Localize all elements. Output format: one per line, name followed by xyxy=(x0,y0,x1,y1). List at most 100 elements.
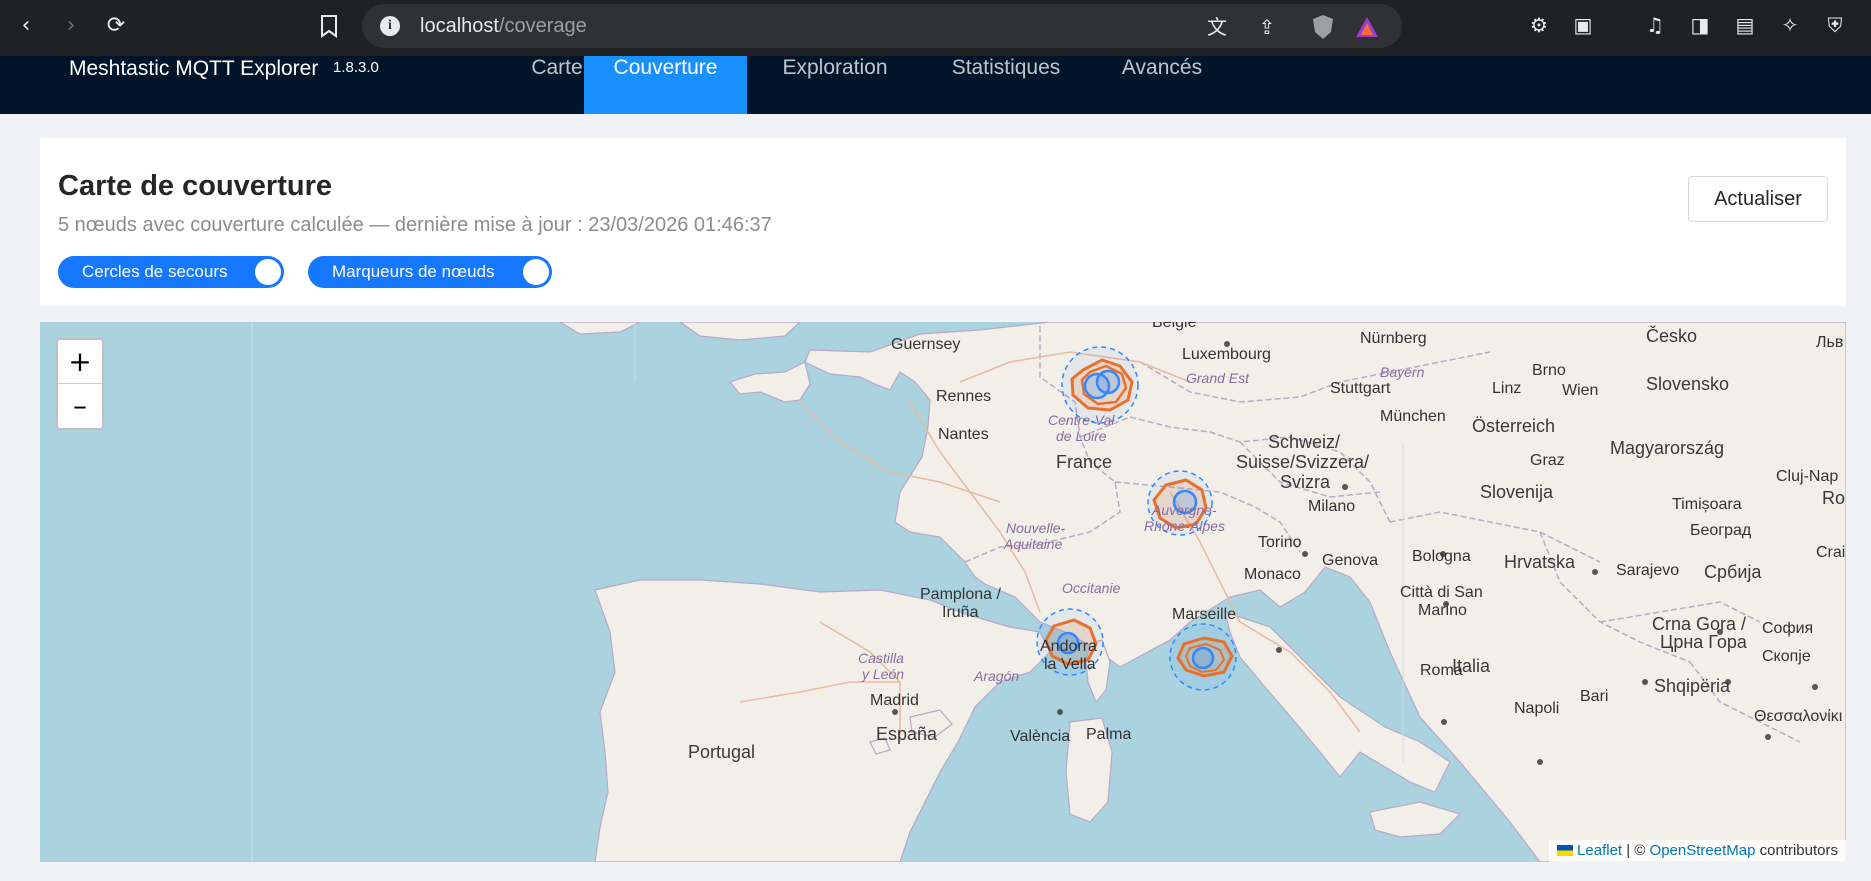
address-bar[interactable]: i localhost/coverage 文 ⇪ xyxy=(362,4,1402,48)
extensions-icon[interactable]: ⚙ xyxy=(1524,10,1554,40)
map-label: Centre-Val xyxy=(1048,412,1115,428)
map-label: Rennes xyxy=(936,388,992,405)
map-label: Timișoara xyxy=(1672,496,1742,513)
back-icon[interactable]: ‹ xyxy=(10,10,42,42)
zoom-out-button[interactable]: – xyxy=(58,384,102,428)
tab-couverture[interactable]: Couverture xyxy=(584,56,747,114)
map-label: België xyxy=(1152,322,1197,331)
app-title: Meshtastic MQTT Explorer xyxy=(69,57,319,80)
map-label: Auvergne- xyxy=(1152,502,1217,518)
map-label: Льв xyxy=(1816,334,1844,351)
bookmark-icon[interactable] xyxy=(313,10,345,42)
node-marker[interactable] xyxy=(1191,646,1215,670)
attribution-suffix: contributors xyxy=(1755,842,1838,859)
vpn-icon[interactable]: ⛨ xyxy=(1820,10,1850,40)
map-label: la Vella xyxy=(1044,656,1096,673)
map-label: Aragón xyxy=(974,668,1020,684)
land-masses xyxy=(558,322,1846,862)
map-label: y León xyxy=(862,666,905,682)
coverage-summary: 5 nœuds avec couverture calculée — derni… xyxy=(58,214,772,236)
tab-statistiques[interactable]: Statistiques xyxy=(940,56,1072,114)
url-text[interactable]: localhost/coverage xyxy=(420,15,587,38)
coverage-panel: Carte de couverture 5 nœuds avec couvert… xyxy=(40,138,1846,306)
map-label: Marseille xyxy=(1172,606,1237,623)
leaflet-link[interactable]: Leaflet xyxy=(1577,842,1622,859)
leo-ai-icon[interactable]: ✧ xyxy=(1775,10,1805,40)
map-label: Occitanie xyxy=(1062,580,1121,596)
map-label: Wien xyxy=(1562,382,1599,399)
sidebar-icon[interactable]: ◨ xyxy=(1685,10,1715,40)
map-label: Θεσσαλονίκι xyxy=(1754,708,1843,725)
brave-shield-icon[interactable] xyxy=(1308,12,1338,42)
map-label: Roma xyxy=(1420,662,1463,679)
map-label: Nürnberg xyxy=(1360,330,1427,347)
zoom-in-button[interactable]: + xyxy=(58,340,102,384)
map-label: Bari xyxy=(1580,688,1609,705)
forward-icon[interactable]: › xyxy=(55,10,87,42)
map-label: Luxembourg xyxy=(1182,346,1271,363)
map-label: Скопје xyxy=(1762,648,1811,665)
map-label: Hrvatska xyxy=(1504,552,1576,572)
map-label: Svizra xyxy=(1280,472,1331,492)
map-label: Nouvelle- xyxy=(1006,520,1066,536)
toggle-knob xyxy=(255,259,281,285)
map-label: Andorra xyxy=(1040,638,1097,655)
map-label: Castilla xyxy=(858,650,904,666)
page-title: Carte de couverture xyxy=(58,170,332,202)
map-label: Grand Est xyxy=(1186,370,1250,386)
map-label: München xyxy=(1380,408,1446,425)
fallback-circles-toggle[interactable]: Cercles de secours xyxy=(58,256,284,288)
map-label: Aquitaine xyxy=(1004,536,1063,552)
osm-link[interactable]: OpenStreetMap xyxy=(1650,842,1756,859)
map-label: València xyxy=(1010,728,1071,745)
map-label: Napoli xyxy=(1514,700,1560,717)
map-label: Београд xyxy=(1690,522,1752,539)
tab-avances[interactable]: Avancés xyxy=(1110,56,1214,114)
app-version: 1.8.3.0 xyxy=(333,59,379,76)
map-label: София xyxy=(1762,620,1814,637)
reader-icon[interactable]: ▣ xyxy=(1568,10,1598,40)
map-label: Iruña xyxy=(942,604,979,621)
map-label: Linz xyxy=(1492,380,1522,397)
map-label: Craio xyxy=(1816,544,1846,561)
node-markers-toggle[interactable]: Marqueurs de nœuds xyxy=(308,256,552,288)
tab-exploration[interactable]: Exploration xyxy=(770,56,900,114)
map-label: España xyxy=(876,724,938,744)
coverage-map[interactable]: België Česko Льв Guernsey Luxembourg Nür… xyxy=(40,322,1846,862)
map-label: Graz xyxy=(1530,452,1565,469)
map-label: Nantes xyxy=(938,426,989,443)
refresh-button[interactable]: Actualiser xyxy=(1688,176,1828,222)
map-label: Pamplona / xyxy=(920,586,1001,603)
map-label: Црна Гора xyxy=(1660,632,1747,652)
map-label: Monaco xyxy=(1244,566,1301,583)
browser-toolbar: ‹ › ⟳ i localhost/coverage 文 ⇪ ⚙ ▣ ♫ ◨ ▤… xyxy=(0,0,1871,56)
translate-icon[interactable]: 文 xyxy=(1202,12,1232,42)
map-label: Shqipëria xyxy=(1654,676,1731,696)
map-label: Bologna xyxy=(1412,548,1471,565)
map-label: Србија xyxy=(1704,562,1762,582)
map-label: Suisse/Svizzera/ xyxy=(1236,452,1370,472)
map-label: Stuttgart xyxy=(1330,380,1391,397)
map-label: Sarajevo xyxy=(1616,562,1680,579)
map-label: Rom xyxy=(1822,488,1846,508)
node-marker[interactable] xyxy=(1095,369,1121,395)
reload-icon[interactable]: ⟳ xyxy=(100,10,132,42)
map-label: Città di San xyxy=(1400,584,1483,601)
site-info-icon[interactable]: i xyxy=(380,16,400,36)
map-label: France xyxy=(1056,452,1113,472)
wallet-icon[interactable]: ▤ xyxy=(1730,10,1760,40)
brave-rewards-icon[interactable] xyxy=(1352,12,1382,42)
zoom-control: + – xyxy=(56,338,104,430)
map-label: Guernsey xyxy=(891,336,961,353)
map-attribution: Leaflet | © OpenStreetMap contributors xyxy=(1549,840,1846,862)
map-label: Brno xyxy=(1532,362,1566,379)
music-icon[interactable]: ♫ xyxy=(1640,10,1670,40)
ukraine-flag-icon xyxy=(1557,845,1574,856)
map-label: Cluj-Nap xyxy=(1776,468,1839,485)
map-label: Österreich xyxy=(1472,416,1556,436)
map-label: Slovensko xyxy=(1646,374,1730,394)
share-icon[interactable]: ⇪ xyxy=(1252,12,1282,42)
map-label: de Loire xyxy=(1056,428,1107,444)
map-label: Torino xyxy=(1258,534,1302,551)
fallback-circles-label: Cercles de secours xyxy=(82,262,228,281)
